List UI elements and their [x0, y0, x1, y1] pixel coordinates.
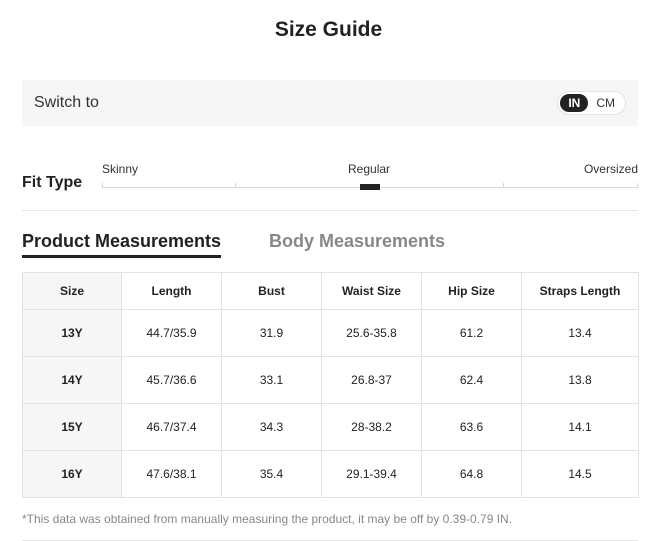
waist-cell: 26.8-37: [321, 356, 422, 404]
measurement-footnote: *This data was obtained from manually me…: [22, 512, 513, 526]
unit-switch-bar: Switch to IN CM: [22, 80, 638, 126]
fit-option-skinny: Skinny: [102, 162, 139, 176]
length-cell: 45.7/36.6: [121, 356, 222, 404]
unit-option-cm[interactable]: CM: [588, 94, 623, 112]
bust-cell: 33.1: [221, 356, 322, 404]
straps-cell: 14.5: [521, 450, 639, 498]
unit-toggle[interactable]: IN CM: [557, 91, 626, 115]
fit-selected-marker: [360, 184, 380, 190]
table-row: 15Y 46.7/37.4 34.3 28-38.2 63.6 14.1: [22, 403, 639, 451]
hip-cell: 63.6: [421, 403, 522, 451]
straps-cell: 13.4: [521, 309, 639, 357]
hip-cell: 61.2: [421, 309, 522, 357]
fit-tick: [102, 183, 103, 188]
column-header-bust: Bust: [221, 272, 322, 310]
bust-cell: 34.3: [221, 403, 322, 451]
divider: [22, 210, 638, 211]
fit-tick: [235, 183, 236, 188]
table-header-row: Size Length Bust Waist Size Hip Size Str…: [22, 272, 639, 310]
unit-switch-label: Switch to: [34, 94, 99, 111]
table-row: 14Y 45.7/36.6 33.1 26.8-37 62.4 13.8: [22, 356, 639, 404]
column-header-straps-length: Straps Length: [521, 272, 639, 310]
waist-cell: 29.1-39.4: [321, 450, 422, 498]
hip-cell: 64.8: [421, 450, 522, 498]
hip-cell: 62.4: [421, 356, 522, 404]
fit-type-label: Fit Type: [22, 174, 83, 191]
fit-option-oversized: Oversized: [583, 162, 638, 176]
size-table: Size Length Bust Waist Size Hip Size Str…: [22, 272, 639, 498]
bust-cell: 35.4: [221, 450, 322, 498]
waist-cell: 28-38.2: [321, 403, 422, 451]
tab-product-measurements[interactable]: Product Measurements: [22, 231, 222, 258]
size-cell: 14Y: [22, 356, 122, 404]
length-cell: 44.7/35.9: [121, 309, 222, 357]
fit-tick: [637, 183, 638, 188]
fit-tick: [503, 183, 504, 188]
column-header-size: Size: [22, 272, 122, 310]
size-cell: 13Y: [22, 309, 122, 357]
page-title: Size Guide: [274, 18, 383, 41]
size-cell: 16Y: [22, 450, 122, 498]
column-header-hip-size: Hip Size: [421, 272, 522, 310]
column-header-waist-size: Waist Size: [321, 272, 422, 310]
bust-cell: 31.9: [221, 309, 322, 357]
size-cell: 15Y: [22, 403, 122, 451]
length-cell: 46.7/37.4: [121, 403, 222, 451]
straps-cell: 13.8: [521, 356, 639, 404]
unit-option-in[interactable]: IN: [560, 94, 589, 112]
straps-cell: 14.1: [521, 403, 639, 451]
column-header-length: Length: [121, 272, 222, 310]
table-row: 13Y 44.7/35.9 31.9 25.6-35.8 61.2 13.4: [22, 309, 639, 357]
waist-cell: 25.6-35.8: [321, 309, 422, 357]
fit-option-regular: Regular: [348, 162, 391, 176]
length-cell: 47.6/38.1: [121, 450, 222, 498]
fit-type-scale: Fit Type Skinny Regular Oversized: [22, 160, 638, 200]
table-row: 16Y 47.6/38.1 35.4 29.1-39.4 64.8 14.5: [22, 450, 639, 498]
tab-body-measurements[interactable]: Body Measurements: [269, 231, 445, 252]
